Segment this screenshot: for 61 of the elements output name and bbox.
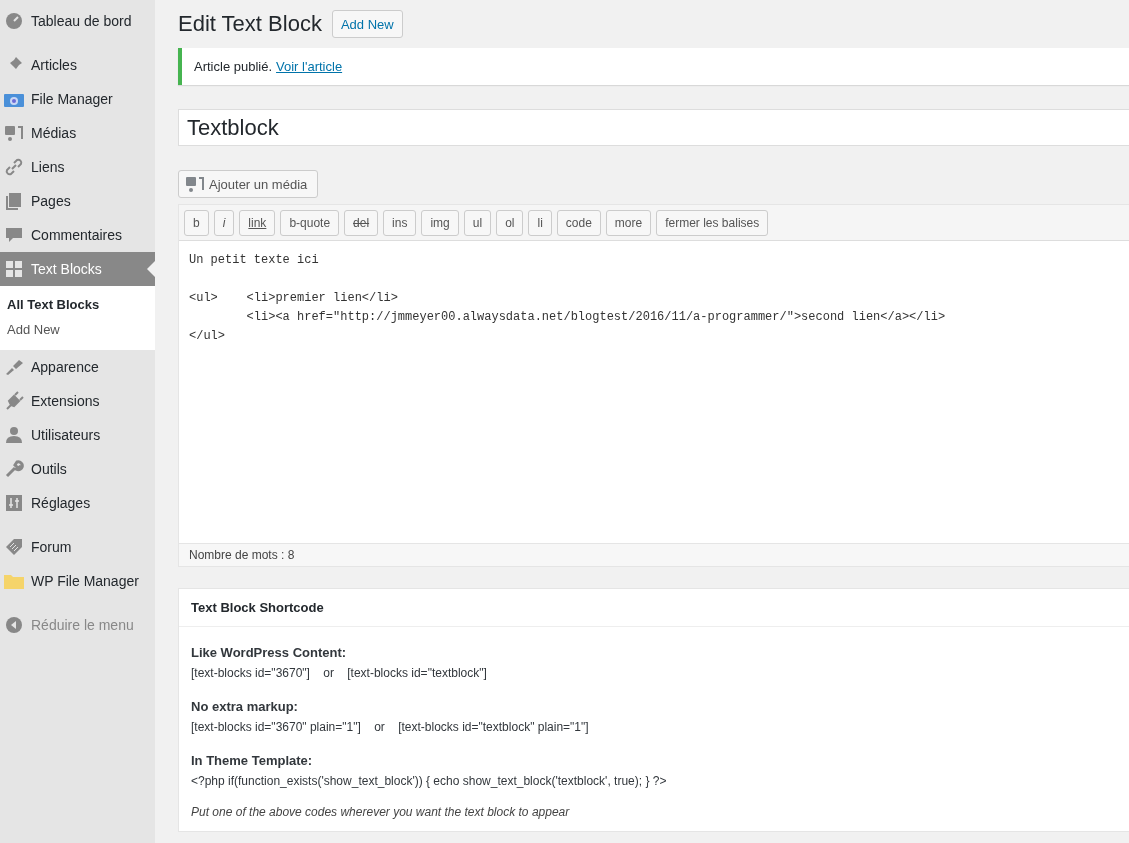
format-button[interactable]: link: [239, 210, 276, 236]
menu-item[interactable]: Apparence: [0, 350, 155, 384]
link-icon: [4, 157, 24, 177]
shortcode-text: [text-blocks id="3670" plain="1"] or [text-blocks id="textblock" plain="1"]: [191, 719, 590, 736]
format-button[interactable]: ins: [383, 210, 417, 236]
menu-item[interactable]: Pages: [0, 184, 155, 218]
format-button[interactable]: del: [344, 210, 379, 236]
menu-item[interactable]: WP File Manager: [0, 564, 155, 598]
shortcode-text: [text-blocks id="3670"] or [text-blocks id="textblock"]: [191, 665, 488, 682]
section-heading: In Theme Template:: [191, 752, 314, 770]
format-button[interactable]: code: [556, 210, 601, 236]
word-count: Nombre de mots : 8: [189, 548, 295, 562]
view-article-link[interactable]: Voir l'article: [276, 59, 343, 74]
text-area[interactable]: Un petit texte ici <ul> <li>premier lien</li> <li><a href="http://jmmeyer00.alwaysdata.net/blogtest/2016/11/a-programmer/">second lien</a></li> </ul>: [179, 241, 1129, 543]
submenu-item[interactable]: All Text Blocks: [0, 292, 155, 317]
section-heading: Like WordPress Content:: [191, 644, 348, 662]
menu-item[interactable]: Extensions: [0, 384, 155, 418]
menu-item[interactable]: Réglages: [0, 486, 155, 520]
shortcode-text: <?php if(function_exists('show_text_block')) { echo show_text_block('textblock', true); } ?>: [191, 773, 668, 790]
page-title: Edit Text Block: [178, 11, 322, 37]
format-button[interactable]: fermer les balises: [656, 210, 769, 236]
format-button[interactable]: b-quote: [280, 210, 340, 236]
code-line: </ul>: [189, 328, 226, 345]
format-button[interactable]: li: [528, 210, 552, 236]
add-new-button[interactable]: Add New: [331, 10, 403, 38]
menu-item[interactable]: File Manager: [0, 82, 155, 116]
plug-icon: [4, 391, 24, 411]
code-line: <ul> <li>premier lien</li>: [189, 290, 399, 307]
format-button[interactable]: ol: [496, 210, 524, 236]
menu-item[interactable]: Liens: [0, 150, 155, 184]
brush-icon: [4, 357, 24, 377]
tag-icon: [4, 537, 24, 557]
menu-item[interactable]: Text Blocks: [0, 252, 155, 286]
hint-text: Put one of the above codes wherever you want the text block to appear: [191, 805, 571, 819]
grid-icon: [4, 259, 24, 279]
sliders-icon: [4, 493, 24, 513]
title-field[interactable]: Textblock: [178, 109, 1129, 146]
notice-text: Article publié.: [194, 59, 273, 74]
menu-item[interactable]: Forum: [0, 530, 155, 564]
format-button[interactable]: i: [213, 210, 235, 236]
menu-item[interactable]: Utilisateurs: [0, 418, 155, 452]
code-line: Un petit texte ici: [189, 252, 320, 269]
format-button[interactable]: ul: [463, 210, 492, 236]
menu-item[interactable]: Commentaires: [0, 218, 155, 252]
format-button[interactable]: b: [184, 210, 209, 236]
collapse-icon: [4, 615, 24, 635]
menu-item[interactable]: Médias: [0, 116, 155, 150]
format-button[interactable]: more: [605, 210, 652, 236]
user-icon: [4, 425, 24, 445]
gauge-icon: [4, 11, 24, 31]
menu-item[interactable]: Outils: [0, 452, 155, 486]
menu-item[interactable]: Articles: [0, 48, 155, 82]
code-line: <li><a href="http://jmmeyer00.alwaysdata.net/blogtest/2016/11/a-programmer/">second lien</a></li>: [245, 309, 947, 326]
bubble-icon: [4, 225, 24, 245]
submenu-item[interactable]: Add New: [0, 317, 155, 342]
pages-icon: [4, 191, 24, 211]
add-media-button[interactable]: Ajouter un média: [178, 170, 319, 198]
section-heading: No extra markup:: [191, 698, 299, 716]
menu-item[interactable]: Tableau de bord: [0, 4, 155, 38]
panel-title: Text Block Shortcode: [191, 600, 324, 615]
format-button[interactable]: img: [421, 210, 459, 236]
